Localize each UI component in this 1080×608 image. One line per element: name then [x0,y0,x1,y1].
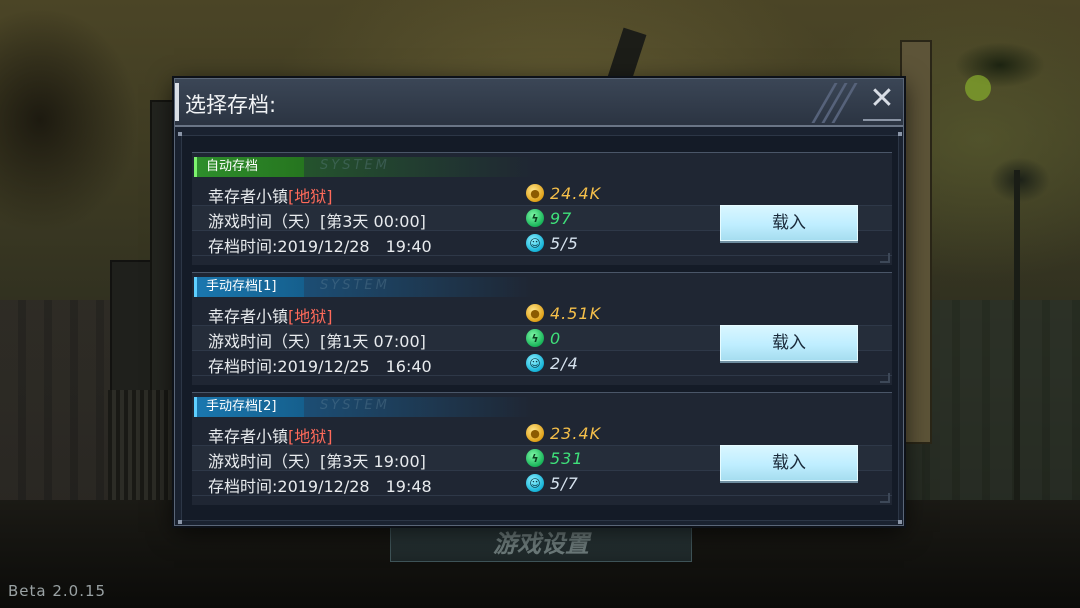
dialog-header: 选择存档: ✕ [175,79,903,127]
bat-eye [965,75,991,101]
save-slot-auto: 自动存档 SYSTEM 幸存者小镇[地狱] ● 24.4K 游戏时间（天）[第3… [192,152,892,265]
coin-icon: ● [526,184,544,202]
frame-corner [178,520,182,524]
ruined-buildings-left [0,300,110,520]
survivor-value: 5/7 [550,473,579,493]
slot-tag: 手动存档[2] [194,397,304,417]
energy-value: 531 [550,448,584,468]
slot-tag: 自动存档 [194,157,304,177]
survivor-icon: ☺ [526,354,544,372]
frame-corner [178,132,182,136]
playtime-label: 游戏时间（天）[第3天 00:00] [208,212,426,231]
dialog-title: 选择存档: [185,93,277,117]
slot-watermark: SYSTEM [320,158,390,173]
survivor-stat: ☺ 2/4 [526,351,579,375]
energy-value: 0 [550,328,562,348]
energy-stat: ϟ 531 [526,446,584,470]
playtime-label: 游戏时间（天）[第1天 07:00] [208,332,426,351]
energy-icon: ϟ [526,449,544,467]
close-underline [863,119,901,121]
survivor-value: 2/4 [550,353,579,373]
gun-barrel [607,27,647,85]
load-button[interactable]: 载入 [720,325,858,361]
slot-corner [880,373,890,383]
slot-tag-label: 手动存档[1] [206,279,277,294]
slot-row-town: 幸存者小镇[地狱] ● 4.51K [192,301,892,326]
save-slot-manual-1: 手动存档[1] SYSTEM 幸存者小镇[地狱] ● 4.51K 游戏时间（天）… [192,272,892,385]
coin-stat: ● 23.4K [526,421,601,445]
slot-corner [880,253,890,263]
slot-header: 手动存档[2] SYSTEM [192,397,892,417]
header-accent-stripe [175,83,179,121]
slot-tag-bar [194,277,197,297]
coin-value: 4.51K [550,303,602,323]
palm-tree [980,150,1060,510]
slot-tag-label: 自动存档 [206,159,259,174]
town-name: 幸存者小镇[地狱] [208,187,333,206]
slot-tag-bar [194,397,197,417]
coin-value: 23.4K [550,423,602,443]
save-select-dialog: 选择存档: ✕ 自动存档 SYSTEM 幸存者小镇[地狱] ● 24.4K 游戏… [174,78,904,526]
version-label: Beta 2.0.15 [8,582,107,600]
survivor-stat: ☺ 5/5 [526,231,579,255]
close-icon: ✕ [869,81,895,116]
save-time-label: 存档时间:2019/12/28 19:48 [208,477,432,496]
slot-row-town: 幸存者小镇[地狱] ● 23.4K [192,421,892,446]
coin-stat: ● 4.51K [526,301,601,325]
bat-creature [940,30,1060,100]
coin-icon: ● [526,304,544,322]
load-button[interactable]: 载入 [720,445,858,481]
survivor-icon: ☺ [526,234,544,252]
slot-watermark: SYSTEM [320,398,390,413]
slot-tag: 手动存档[1] [194,277,304,297]
machine-grille [108,390,180,500]
slot-header: 手动存档[1] SYSTEM [192,277,892,297]
difficulty-label: [地狱] [288,427,333,446]
save-time-label: 存档时间:2019/12/25 16:40 [208,357,432,376]
slot-corner [880,493,890,503]
difficulty-label: [地狱] [288,187,333,206]
save-time-label: 存档时间:2019/12/28 19:40 [208,237,432,256]
frame-corner [898,132,902,136]
survivor-stat: ☺ 5/7 [526,471,579,495]
wooden-post [900,40,932,444]
coin-icon: ● [526,424,544,442]
load-button[interactable]: 载入 [720,205,858,241]
coin-stat: ● 24.4K [526,181,601,205]
slot-row-town: 幸存者小镇[地狱] ● 24.4K [192,181,892,206]
game-settings-button[interactable]: 游戏设置 [390,520,692,562]
slot-header: 自动存档 SYSTEM [192,157,892,177]
slot-watermark: SYSTEM [320,278,390,293]
save-slot-list: 自动存档 SYSTEM 幸存者小镇[地狱] ● 24.4K 游戏时间（天）[第3… [178,132,902,524]
slot-tag-label: 手动存档[2] [206,399,277,414]
save-slot-manual-2: 手动存档[2] SYSTEM 幸存者小镇[地狱] ● 23.4K 游戏时间（天）… [192,392,892,505]
survivor-icon: ☺ [526,474,544,492]
frame-corner [898,520,902,524]
difficulty-label: [地狱] [288,307,333,326]
town-name: 幸存者小镇[地狱] [208,307,333,326]
survivor-value: 5/5 [550,233,579,253]
town-name: 幸存者小镇[地狱] [208,427,333,446]
energy-stat: ϟ 0 [526,326,561,350]
energy-stat: ϟ 97 [526,206,572,230]
coin-value: 24.4K [550,183,602,203]
close-button[interactable]: ✕ [863,81,901,121]
palm-trunk [1014,170,1020,500]
playtime-label: 游戏时间（天）[第3天 19:00] [208,452,426,471]
energy-value: 97 [550,208,573,228]
energy-icon: ϟ [526,329,544,347]
energy-icon: ϟ [526,209,544,227]
slot-tag-bar [194,157,197,177]
